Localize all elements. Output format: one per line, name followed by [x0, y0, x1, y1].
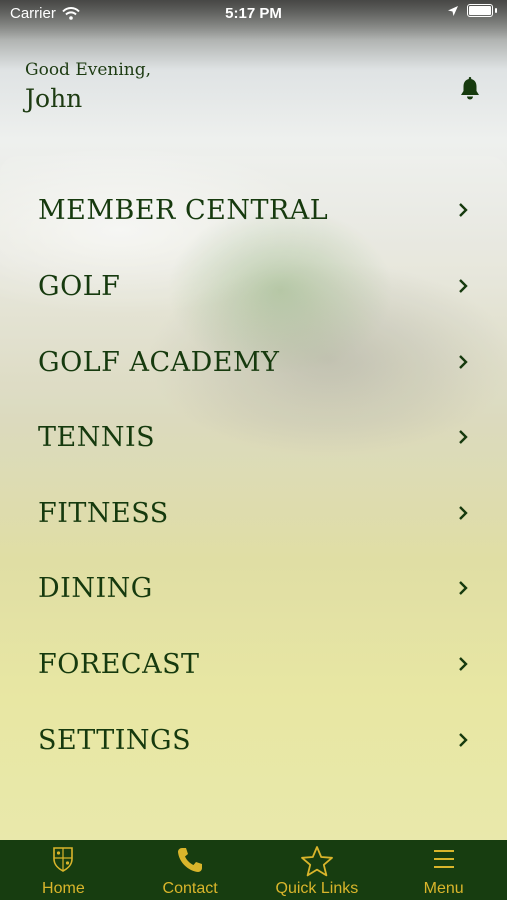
chevron-right-icon — [459, 279, 468, 293]
battery-tip — [495, 8, 497, 13]
menu-item-fitness[interactable]: FITNESS — [0, 483, 507, 543]
star-icon — [300, 846, 333, 877]
menu-item-dining[interactable]: DINING — [0, 558, 507, 618]
tab-home[interactable]: Home — [0, 840, 127, 900]
menu-item-label: DINING — [38, 572, 153, 604]
chevron-right-icon — [459, 733, 468, 747]
crest-icon — [53, 847, 74, 872]
chevron-right-icon — [459, 581, 468, 595]
clock: 5:17 PM — [225, 5, 282, 22]
chevron-right-icon — [459, 657, 468, 671]
greeting-salutation: Good Evening, — [25, 60, 152, 80]
menu-item-golf-academy[interactable]: GOLF ACADEMY — [0, 332, 507, 392]
menu-item-tennis[interactable]: TENNIS — [0, 407, 507, 467]
hamburger-icon — [433, 850, 454, 868]
tab-menu[interactable]: Menu — [380, 840, 507, 900]
menu-item-label: MEMBER CENTRAL — [38, 194, 329, 226]
main-menu: MEMBER CENTRAL GOLF GOLF ACADEMY TENNIS … — [0, 156, 507, 840]
tab-label: Contact — [162, 880, 218, 897]
menu-item-settings[interactable]: SETTINGS — [0, 710, 507, 770]
tab-label: Home — [42, 880, 85, 897]
menu-item-label: SETTINGS — [38, 724, 192, 756]
chevron-right-icon — [459, 506, 468, 520]
menu-item-label: GOLF — [38, 270, 121, 302]
tab-label: Quick Links — [275, 880, 359, 897]
chevron-right-icon — [459, 355, 468, 369]
tab-contact[interactable]: Contact — [127, 840, 254, 900]
menu-item-golf[interactable]: GOLF — [0, 256, 507, 316]
location-arrow-icon — [448, 5, 458, 16]
tab-label: Menu — [423, 880, 464, 897]
greeting: Good Evening, John — [25, 60, 151, 113]
tab-quick-links[interactable]: Quick Links — [254, 840, 381, 900]
tab-bar: Home Contact Quick Links Menu — [0, 840, 507, 900]
menu-item-label: GOLF ACADEMY — [38, 346, 280, 378]
menu-item-label: FITNESS — [38, 497, 169, 529]
chevron-right-icon — [459, 430, 468, 444]
menu-item-member-central[interactable]: MEMBER CENTRAL — [0, 180, 507, 240]
battery-icon — [467, 4, 493, 17]
phone-icon — [178, 848, 203, 872]
menu-item-forecast[interactable]: FORECAST — [0, 634, 507, 694]
chevron-right-icon — [459, 203, 468, 217]
menu-item-label: TENNIS — [38, 421, 156, 453]
status-right — [447, 4, 497, 17]
greeting-user-name: John — [25, 84, 83, 113]
bell-icon[interactable] — [457, 76, 483, 102]
menu-item-label: FORECAST — [38, 648, 200, 680]
status-bar: Carrier 5:17 PM — [0, 0, 507, 28]
